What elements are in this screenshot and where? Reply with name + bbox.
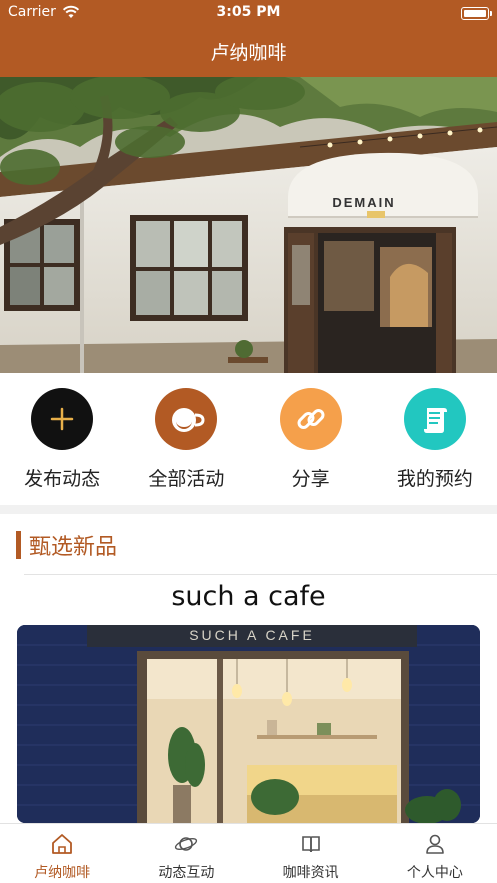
tab-profile[interactable]: 个人中心 (373, 824, 497, 883)
top-header: Carrier 3:05 PM 卢纳咖啡 (0, 0, 497, 77)
cafe-interior-illustration: SUCH A CAFE (17, 625, 480, 823)
link-icon (279, 388, 342, 450)
book-icon (301, 836, 320, 853)
tab-label: 个人中心 (406, 865, 463, 881)
product-image[interactable]: SUCH A CAFE (17, 625, 480, 823)
tab-label: 动态互动 (158, 865, 215, 881)
product-name[interactable]: such a cafe (0, 581, 497, 612)
quick-actions: 发布动态 全部活动 分享 我的预约 (0, 373, 497, 505)
section-header: 甄选新品 (16, 530, 117, 560)
quick-action-share[interactable]: 分享 (249, 373, 373, 505)
quick-action-label: 分享 (291, 468, 330, 490)
plus-icon (31, 388, 94, 450)
quick-action-label: 发布动态 (24, 468, 101, 490)
section-divider (0, 505, 497, 514)
section-title: 甄选新品 (29, 535, 118, 560)
section-title-underline (24, 574, 497, 575)
home-icon (52, 834, 73, 854)
tab-label: 卢纳咖啡 (34, 865, 91, 881)
planet-icon (175, 837, 198, 851)
product-sign-text: SUCH A CAFE (189, 627, 315, 643)
banner-sign-text: DEMAIN (332, 195, 395, 210)
person-icon (426, 834, 444, 854)
tab-home[interactable]: 卢纳咖啡 (0, 824, 124, 883)
scroll-icon (403, 388, 466, 450)
coffee-cup-icon (155, 388, 218, 450)
tab-label: 咖啡资讯 (282, 865, 339, 881)
section-accent-bar (16, 531, 21, 559)
quick-action-label: 全部活动 (148, 468, 225, 490)
status-bar: Carrier 3:05 PM (0, 3, 497, 23)
battery-icon (461, 7, 492, 20)
quick-action-post[interactable]: 发布动态 (0, 373, 124, 505)
cafe-storefront-illustration: DEMAIN (0, 77, 497, 373)
bottom-tab-bar: 卢纳咖啡 动态互动 咖啡资讯 个人中心 (0, 823, 497, 883)
quick-action-reservations[interactable]: 我的预约 (373, 373, 497, 505)
quick-action-activities[interactable]: 全部活动 (124, 373, 248, 505)
banner-image[interactable]: DEMAIN (0, 77, 497, 373)
tab-news[interactable]: 咖啡资讯 (249, 824, 373, 883)
tab-interaction[interactable]: 动态互动 (124, 824, 248, 883)
status-time: 3:05 PM (216, 4, 281, 20)
quick-action-label: 我的预约 (396, 468, 473, 490)
page-title: 卢纳咖啡 (210, 42, 287, 64)
